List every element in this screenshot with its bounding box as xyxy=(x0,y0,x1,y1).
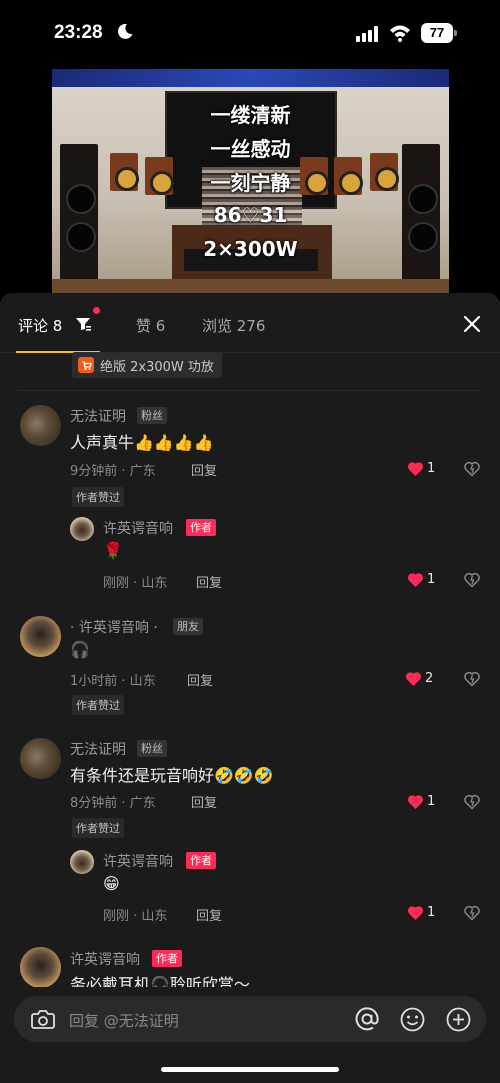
dislike-icon[interactable] xyxy=(464,905,480,921)
reply-button[interactable]: 回复 xyxy=(191,792,217,811)
author-liked-badge: 作者赞过 xyxy=(72,695,124,715)
friend-badge: 朋友 xyxy=(173,618,203,635)
author-liked-badge: 作者赞过 xyxy=(72,818,124,838)
reply-button[interactable]: 回复 xyxy=(187,670,213,689)
battery-icon: 77 xyxy=(421,23,457,43)
author-liked-badge: 作者赞过 xyxy=(72,487,124,507)
dislike-icon[interactable] xyxy=(464,461,480,477)
comment-username[interactable]: · 许英谔音响 · xyxy=(70,617,158,637)
video-caption-5: 2×300W xyxy=(203,237,298,261)
comment-meta: 1小时前 · 山东 xyxy=(70,674,156,689)
author-badge: 作者 xyxy=(186,519,216,536)
avatar[interactable] xyxy=(20,616,61,657)
tab-bar: 评论 8 赞 6 浏览 276 xyxy=(0,293,500,353)
product-chip[interactable]: 绝版 2x300W 功放 xyxy=(72,352,222,378)
comment-username[interactable]: 许英谔音响 xyxy=(103,851,173,871)
fan-badge: 粉丝 xyxy=(137,740,167,757)
avatar[interactable] xyxy=(20,405,61,446)
comment-username[interactable]: 无法证明 xyxy=(70,739,126,759)
reply-input[interactable]: 回复 @无法证明 xyxy=(14,996,486,1042)
input-placeholder: 回复 @无法证明 xyxy=(69,1012,179,1030)
divider xyxy=(18,390,482,391)
camera-icon[interactable] xyxy=(31,1008,55,1030)
comment-meta: 8分钟前 · 广东 xyxy=(70,796,156,811)
like-count: 1 xyxy=(427,794,436,809)
comment-meta: 9分钟前 · 广东 xyxy=(70,464,156,479)
comment-text: 有条件还是玩音响好🤣🤣🤣 xyxy=(70,766,274,785)
comment-username[interactable]: 许英谔音响 xyxy=(70,949,140,969)
comment-sheet: 评论 8 赞 6 浏览 276 绝版 2x300W 功放 无法证明 粉丝 人声真… xyxy=(0,293,500,1083)
video-caption-2: 一丝感动 xyxy=(210,137,291,161)
comment-meta: 刚刚 · 山东 xyxy=(103,576,168,591)
like-count: 1 xyxy=(427,461,436,476)
signal-icon xyxy=(356,26,378,42)
dislike-icon[interactable] xyxy=(464,671,480,687)
author-badge: 作者 xyxy=(186,852,216,869)
status-bar: 23:28 77 xyxy=(0,0,500,66)
video-player[interactable]: 一缕清新 一丝感动 一刻宁静 86♡31 2×300W xyxy=(52,69,449,293)
avatar[interactable] xyxy=(70,850,94,874)
filter-icon[interactable] xyxy=(75,317,91,331)
comment-text: 🌹 xyxy=(103,541,123,560)
notification-dot xyxy=(93,307,100,314)
comment-text: 🎧 xyxy=(70,640,90,659)
comment-username[interactable]: 无法证明 xyxy=(70,406,126,426)
battery-level: 77 xyxy=(421,23,453,43)
moon-icon xyxy=(117,23,133,39)
heart-icon[interactable] xyxy=(407,905,424,921)
reply-button[interactable]: 回复 xyxy=(196,572,222,591)
avatar[interactable] xyxy=(70,517,94,541)
avatar[interactable] xyxy=(20,738,61,779)
tab-likes[interactable]: 赞 6 xyxy=(136,315,165,336)
comment-username[interactable]: 许英谔音响 xyxy=(103,518,173,538)
video-banner xyxy=(52,69,449,87)
like-count: 1 xyxy=(427,572,436,587)
plus-icon[interactable] xyxy=(446,1007,471,1032)
reply-input-bar: 回复 @无法证明 xyxy=(0,987,500,1083)
heart-icon[interactable] xyxy=(407,461,424,477)
heart-icon[interactable] xyxy=(405,671,422,687)
comment-meta: 刚刚 · 山东 xyxy=(103,909,168,924)
video-caption-4: 86♡31 xyxy=(213,203,288,227)
wifi-icon xyxy=(390,25,410,42)
tab-views[interactable]: 浏览 276 xyxy=(202,315,265,336)
product-label: 绝版 2x300W 功放 xyxy=(100,359,214,375)
home-indicator xyxy=(161,1067,339,1072)
fan-badge: 粉丝 xyxy=(137,407,167,424)
mention-icon[interactable] xyxy=(354,1006,380,1032)
reply-button[interactable]: 回复 xyxy=(196,905,222,924)
cart-icon xyxy=(78,357,94,373)
video-caption-3: 一刻宁静 xyxy=(210,171,291,195)
heart-icon[interactable] xyxy=(407,572,424,588)
dislike-icon[interactable] xyxy=(464,794,480,810)
tab-comments[interactable]: 评论 8 xyxy=(18,315,62,336)
status-time: 23:28 xyxy=(54,22,103,43)
author-badge: 作者 xyxy=(152,950,182,967)
video-caption-1: 一缕清新 xyxy=(210,103,291,127)
comment-text: 😁 xyxy=(103,874,120,893)
avatar[interactable] xyxy=(20,947,61,988)
emoji-icon[interactable] xyxy=(400,1007,425,1032)
dislike-icon[interactable] xyxy=(464,572,480,588)
heart-icon[interactable] xyxy=(407,794,424,810)
comment-text: 人声真牛👍👍👍👍 xyxy=(70,433,214,452)
close-icon[interactable] xyxy=(462,314,482,334)
reply-button[interactable]: 回复 xyxy=(191,460,217,479)
like-count: 1 xyxy=(427,905,436,920)
like-count: 2 xyxy=(425,671,434,686)
